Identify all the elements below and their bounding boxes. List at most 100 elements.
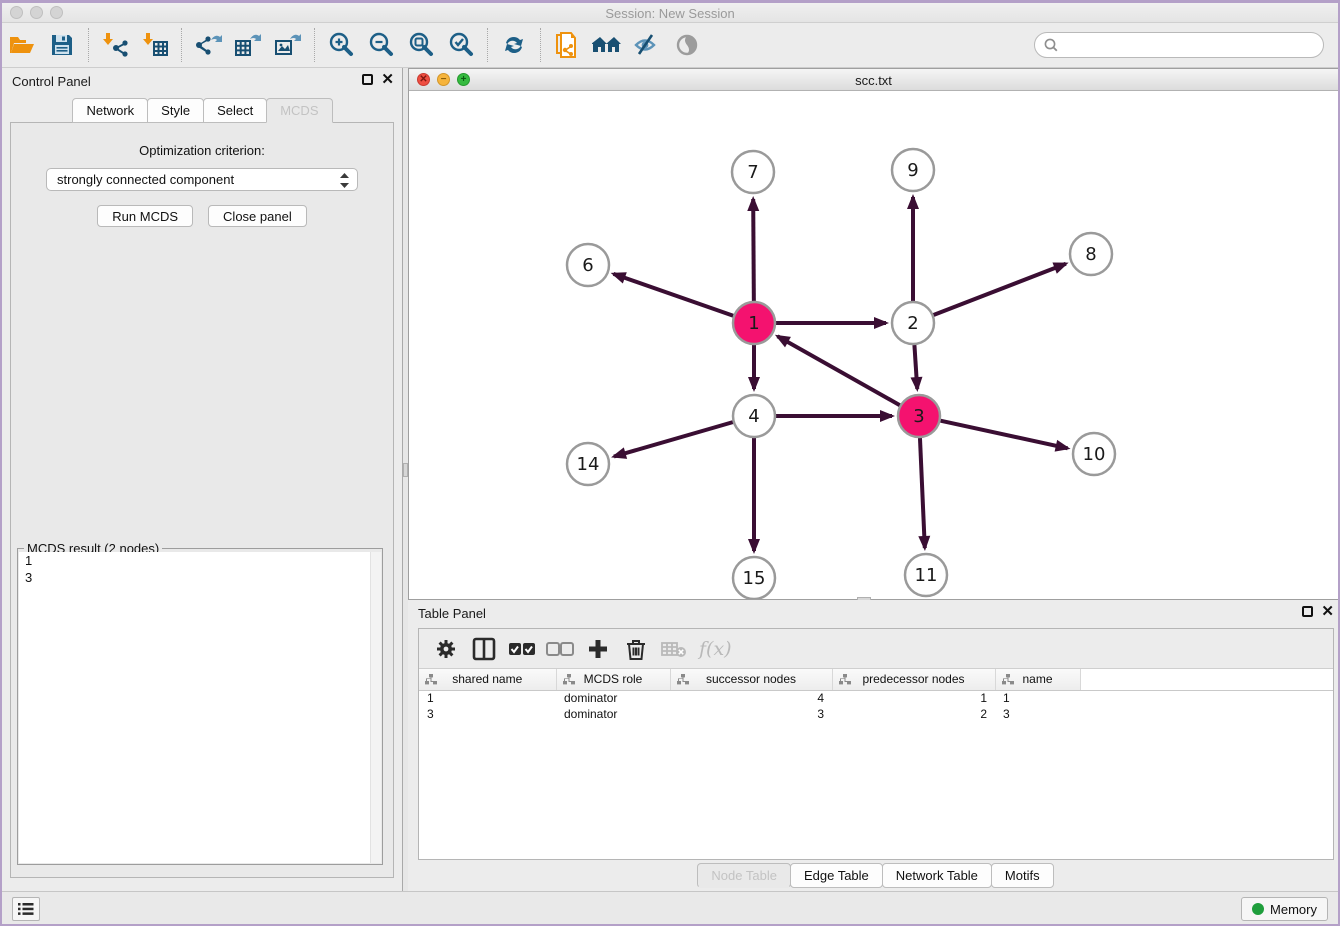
table-row[interactable]: 3dominator323 <box>419 706 1333 722</box>
vertical-splitter-handle[interactable] <box>403 463 408 477</box>
column-header-filler <box>1080 669 1333 690</box>
export-table-icon[interactable] <box>231 29 265 61</box>
table-panel-tabs: Node TableEdge TableNetwork TableMotifs <box>408 863 1340 888</box>
table-cell[interactable]: 3 <box>670 706 832 722</box>
optimization-criterion-label: Optimization criterion: <box>11 143 393 158</box>
tab-node-table[interactable]: Node Table <box>697 863 791 888</box>
refresh-icon[interactable] <box>497 29 531 61</box>
tab-network[interactable]: Network <box>72 98 148 123</box>
network-window-title: scc.txt <box>409 73 1338 88</box>
memory-button[interactable]: Memory <box>1241 897 1328 921</box>
export-network-icon[interactable] <box>191 29 225 61</box>
table-cell[interactable]: 3 <box>995 706 1080 722</box>
table-cell[interactable]: 4 <box>670 690 832 706</box>
zoom-in-icon[interactable] <box>324 29 358 61</box>
node-label-8: 8 <box>1085 244 1096 265</box>
zoom-selected-icon[interactable] <box>444 29 478 61</box>
control-panel: Control Panel ✕ NetworkStyleSelectMCDS O… <box>2 68 403 896</box>
node-label-11: 11 <box>915 565 938 586</box>
deselect-all-icon[interactable] <box>545 635 575 663</box>
task-history-button[interactable] <box>12 897 40 921</box>
mcds-result-list: 13 <box>19 552 381 863</box>
network-canvas[interactable]: 7968124314101511 <box>409 91 1338 599</box>
close-table-panel-icon[interactable]: ✕ <box>1321 606 1334 617</box>
list-icon <box>18 902 34 916</box>
toolbar-separator <box>88 28 89 62</box>
edge-2-8 <box>934 264 1066 315</box>
close-panel-button[interactable]: Close panel <box>208 205 307 227</box>
control-panel-header: Control Panel ✕ <box>2 68 402 94</box>
optimization-criterion-select[interactable]: strongly connected component <box>46 168 358 191</box>
column-header-MCDS-role[interactable]: MCDS role <box>556 669 670 690</box>
application-window: Session: New Session <box>0 0 1340 926</box>
mcds-result-scrollbar[interactable] <box>370 552 381 863</box>
node-label-10: 10 <box>1083 444 1106 465</box>
close-panel-icon[interactable]: ✕ <box>381 74 394 85</box>
edge-3-10 <box>940 421 1067 449</box>
edge-3-11 <box>920 438 925 548</box>
title-bar: Session: New Session <box>2 3 1338 23</box>
clone-network-icon[interactable] <box>550 29 584 61</box>
table-cell[interactable]: 1 <box>419 690 556 706</box>
zoom-out-icon[interactable] <box>364 29 398 61</box>
table-settings-gear-icon[interactable] <box>431 635 461 663</box>
tab-select[interactable]: Select <box>203 98 267 123</box>
table-cell[interactable]: 2 <box>832 706 995 722</box>
tab-network-table[interactable]: Network Table <box>882 863 992 888</box>
column-header-shared-name[interactable]: shared name <box>419 669 556 690</box>
search-box <box>1034 32 1324 58</box>
toolbar-separator <box>540 28 541 62</box>
import-table-icon[interactable] <box>138 29 172 61</box>
tab-mcds[interactable]: MCDS <box>266 98 332 123</box>
column-header-name[interactable]: name <box>995 669 1080 690</box>
table-cell[interactable]: dominator <box>556 690 670 706</box>
mcds-result-group: MCDS result (2 nodes) 13 <box>17 548 383 865</box>
node-label-6: 6 <box>582 255 593 276</box>
function-builder-icon: f(x) <box>699 638 732 660</box>
selected-option-label: strongly connected component <box>57 172 234 187</box>
float-panel-icon[interactable] <box>362 74 373 85</box>
edge-2-3 <box>914 345 917 389</box>
table-cell[interactable]: 1 <box>832 690 995 706</box>
delete-column-icon[interactable] <box>621 635 651 663</box>
tab-edge-table[interactable]: Edge Table <box>790 863 883 888</box>
mcds-panel: Optimization criterion: strongly connect… <box>10 122 394 878</box>
add-column-icon[interactable] <box>583 635 613 663</box>
table-row[interactable]: 1dominator411 <box>419 690 1333 706</box>
search-input[interactable] <box>1059 34 1323 56</box>
table-header-row: shared nameMCDS rolesuccessor nodesprede… <box>419 669 1333 690</box>
node-table: shared nameMCDS rolesuccessor nodesprede… <box>419 669 1333 722</box>
network-view-window: ✕ − + scc.txt 7968124314101511 <box>408 68 1339 600</box>
node-label-4: 4 <box>748 406 759 427</box>
save-session-icon[interactable] <box>45 29 79 61</box>
tab-motifs[interactable]: Motifs <box>991 863 1054 888</box>
node-label-9: 9 <box>907 160 918 181</box>
table-cell[interactable]: 1 <box>995 690 1080 706</box>
float-table-panel-icon[interactable] <box>1302 606 1313 617</box>
table-cell[interactable]: 3 <box>419 706 556 722</box>
open-session-icon[interactable] <box>5 29 39 61</box>
memory-status-icon <box>1252 903 1264 915</box>
home-view-icon[interactable] <box>590 29 624 61</box>
edge-3-1 <box>778 336 900 405</box>
table-cell[interactable]: dominator <box>556 706 670 722</box>
hide-graphics-icon[interactable] <box>630 29 664 61</box>
column-header-successor-nodes[interactable]: successor nodes <box>670 669 832 690</box>
column-header-predecessor-nodes[interactable]: predecessor nodes <box>832 669 995 690</box>
toggle-columns-icon[interactable] <box>469 635 499 663</box>
tab-style[interactable]: Style <box>147 98 204 123</box>
control-panel-title: Control Panel <box>12 74 91 89</box>
import-network-icon[interactable] <box>98 29 132 61</box>
window-title: Session: New Session <box>2 6 1338 21</box>
run-mcds-button[interactable]: Run MCDS <box>97 205 193 227</box>
search-icon <box>1043 37 1059 53</box>
mcds-result-item[interactable]: 3 <box>19 569 381 586</box>
node-label-1: 1 <box>748 313 759 334</box>
select-all-icon[interactable] <box>507 635 537 663</box>
export-image-icon[interactable] <box>271 29 305 61</box>
main-toolbar <box>2 23 1338 68</box>
table-panel-title: Table Panel <box>418 606 486 621</box>
zoom-fit-icon[interactable] <box>404 29 438 61</box>
table-toolbar: f(x) <box>419 629 1333 669</box>
mcds-result-item[interactable]: 1 <box>19 552 381 569</box>
